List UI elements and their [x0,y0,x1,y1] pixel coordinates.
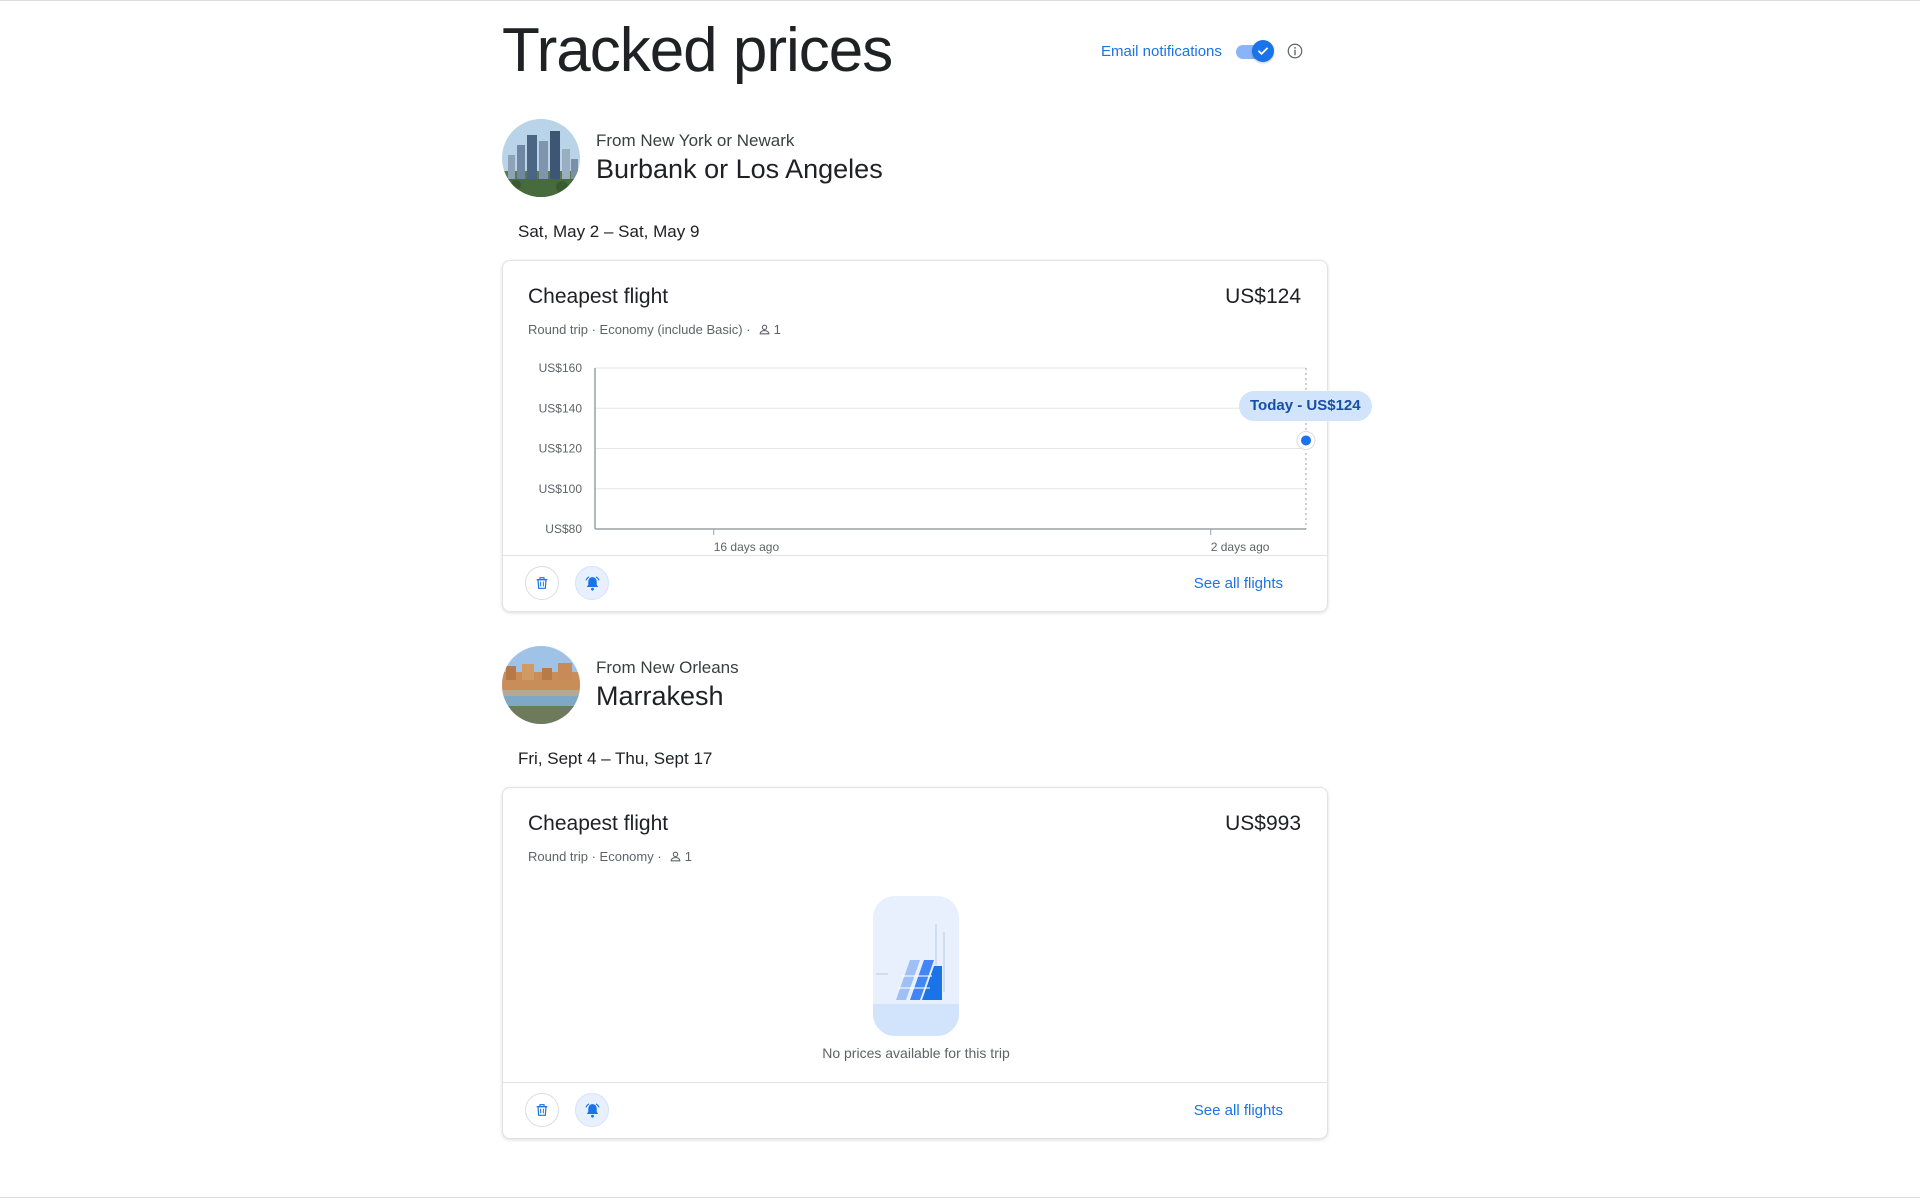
destination-photo [502,119,580,197]
cheapest-price: US$993 [1225,812,1301,835]
trip-header: From New Orleans Marrakesh [502,646,739,724]
card-footer: See all flights [503,555,1327,611]
card-title: Cheapest flight [528,812,669,835]
email-notifications: Email notifications [1101,40,1304,62]
check-icon [1251,40,1274,62]
cabin-class: Economy [599,849,654,864]
passenger-count: 1 [684,849,692,864]
today-price-tooltip: Today - US$124 [1239,391,1372,421]
delete-button[interactable] [525,566,559,600]
info-icon[interactable] [1286,42,1304,60]
bottom-divider [0,1197,1920,1198]
trash-icon [534,575,550,591]
price-alert-button[interactable] [575,566,609,600]
trip-dates: Fri, Sept 4 – Thu, Sept 17 [518,749,713,768]
bell-icon [584,1102,601,1119]
trip-details: Round trip · Economy · 1 [528,849,692,864]
trip-destination: Marrakesh [596,681,724,711]
x-tick-label: 2 days ago [1211,540,1270,554]
price-alert-button[interactable] [575,1093,609,1127]
see-all-flights-link[interactable]: See all flights [1194,1102,1283,1119]
no-prices-message: No prices available for this trip [822,1045,1010,1061]
trip-header: From New York or Newark Burbank or Los A… [502,119,883,197]
trip-type: Round trip [528,849,588,864]
destination-photo [502,646,580,724]
trip-dates: Sat, May 2 – Sat, May 9 [518,222,700,241]
no-prices-illustration [870,896,962,1041]
price-card: Cheapest flight US$993 Round trip · Econ… [502,787,1328,1139]
trash-icon [534,1102,550,1118]
page-title: Tracked prices [502,16,893,85]
y-tick-label: US$160 [539,361,583,375]
y-tick-label: US$80 [545,522,582,536]
data-point [1301,435,1311,446]
trip-origin: From New York or Newark [596,131,795,150]
email-notifications-label: Email notifications [1101,42,1222,60]
meta-separator: · [653,849,662,864]
y-tick-label: US$120 [539,442,583,456]
trip-origin: From New Orleans [596,658,739,677]
person-icon [669,850,682,863]
email-notifications-toggle[interactable] [1234,40,1274,62]
price-card: Cheapest flight US$124 Round trip · Econ… [502,260,1372,612]
bell-icon [584,575,601,592]
delete-button[interactable] [525,1093,559,1127]
x-tick-label: 16 days ago [714,540,780,554]
y-tick-label: US$140 [539,401,583,415]
top-divider [0,0,1920,1]
trip-destination: Burbank or Los Angeles [596,154,883,184]
see-all-flights-link[interactable]: See all flights [1194,575,1283,592]
y-tick-label: US$100 [539,482,583,496]
card-footer: See all flights [503,1082,1327,1138]
meta-separator: · [587,849,600,864]
price-history-chart: US$160 US$140 US$120 US$100 US$80 16 days ago… [539,361,1316,554]
